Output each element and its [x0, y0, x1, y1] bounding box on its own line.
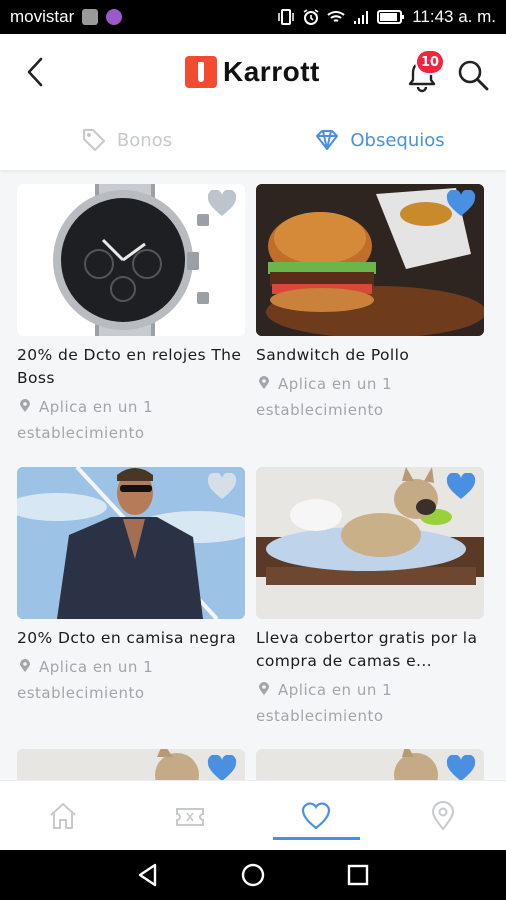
- offer-meta-text: Aplica en un 1 establecimiento: [17, 658, 154, 702]
- ticket-icon: [175, 807, 204, 826]
- offer-meta: Aplica en un 1 establecimiento: [256, 677, 484, 729]
- offer-card[interactable]: 20% de Dcto en relojes The Boss Aplica e…: [17, 184, 245, 446]
- location-icon: [431, 800, 454, 831]
- offer-card[interactable]: [256, 749, 484, 780]
- offer-meta-text: Aplica en un 1 establecimiento: [256, 681, 393, 725]
- dog-bed-image: [256, 467, 484, 619]
- bottom-navigation: [0, 780, 506, 850]
- carrier-label: movistar: [10, 7, 75, 26]
- logo-text: Karrott: [223, 56, 320, 87]
- carrot-logo-icon: [185, 56, 217, 88]
- tab-bar: Bonos Obsequios: [0, 110, 506, 170]
- notification-badge: 10: [415, 49, 445, 75]
- app-header: Karrott 10: [0, 34, 506, 110]
- nav-location[interactable]: [380, 781, 506, 850]
- favorite-heart-icon[interactable]: [446, 755, 476, 780]
- back-button[interactable]: [18, 54, 52, 90]
- heart-icon: [302, 801, 331, 829]
- battery-icon: [377, 10, 405, 24]
- alarm-icon: [303, 9, 319, 25]
- offer-title: 20% Dcto en camisa negra: [17, 629, 237, 647]
- favorite-heart-icon[interactable]: [446, 190, 476, 218]
- offer-meta-text: Aplica en un 1 establecimiento: [17, 398, 154, 442]
- burger-image: [256, 184, 484, 336]
- nav-favorites[interactable]: [253, 781, 380, 850]
- favorite-heart-icon[interactable]: [207, 190, 237, 218]
- home-icon: [50, 802, 76, 829]
- offer-meta-text: Aplica en un 1 establecimiento: [256, 375, 393, 419]
- app-logo: Karrott: [185, 56, 320, 88]
- gallery-notification-icon: [82, 9, 99, 25]
- tab-obsequios[interactable]: Obsequios: [253, 110, 506, 170]
- tab-bonos[interactable]: Bonos: [0, 110, 253, 170]
- offer-title: Sandwitch de Pollo: [256, 346, 410, 364]
- nav-coupons[interactable]: [127, 781, 254, 850]
- offer-card[interactable]: Sandwitch de Pollo Aplica en un 1 establ…: [256, 184, 484, 423]
- tab-label: Obsequios: [350, 129, 445, 151]
- app-notification-icon: [106, 9, 123, 25]
- recents-square-icon[interactable]: [345, 862, 371, 888]
- search-icon[interactable]: [456, 58, 490, 92]
- offer-meta: Aplica en un 1 establecimiento: [17, 394, 245, 446]
- location-pin-icon: [259, 376, 269, 389]
- location-pin-icon: [20, 399, 30, 412]
- offer-image: [256, 749, 484, 780]
- offer-card[interactable]: Lleva cobertor gratis por la compra de c…: [256, 467, 484, 729]
- chevron-left-icon: [27, 57, 43, 87]
- system-navigation-bar: [0, 850, 506, 900]
- diamond-icon: [316, 130, 339, 150]
- tab-label: Bonos: [116, 129, 173, 151]
- signal-icon: [354, 11, 369, 24]
- back-triangle-icon[interactable]: [135, 862, 161, 888]
- favorite-heart-icon[interactable]: [207, 755, 237, 780]
- offer-image: [17, 749, 245, 780]
- status-bar: movistar 11:43 a. m.: [0, 0, 506, 34]
- offer-meta: Aplica en un 1 establecimiento: [256, 371, 484, 423]
- favorite-heart-icon[interactable]: [446, 473, 476, 501]
- nav-home[interactable]: [0, 781, 127, 850]
- offer-card[interactable]: [17, 749, 245, 780]
- favorite-heart-icon[interactable]: [207, 473, 237, 501]
- watch-image: [17, 184, 245, 336]
- wifi-icon: [327, 11, 345, 22]
- location-pin-icon: [259, 682, 269, 695]
- location-pin-icon: [20, 659, 30, 672]
- offer-card[interactable]: 20% Dcto en camisa negra Aplica en un 1 …: [17, 467, 245, 706]
- offer-meta: Aplica en un 1 establecimiento: [17, 654, 245, 706]
- tag-icon: [82, 129, 105, 151]
- shirt-image: [17, 467, 245, 619]
- offers-grid: 20% de Dcto en relojes The Boss Aplica e…: [0, 170, 506, 780]
- home-circle-icon[interactable]: [240, 862, 266, 888]
- offer-title: 20% de Dcto en relojes The Boss: [17, 346, 242, 387]
- vibrate-icon: [278, 9, 294, 25]
- clock: 11:43 a. m.: [412, 7, 496, 26]
- offer-title: Lleva cobertor gratis por la compra de c…: [256, 629, 478, 670]
